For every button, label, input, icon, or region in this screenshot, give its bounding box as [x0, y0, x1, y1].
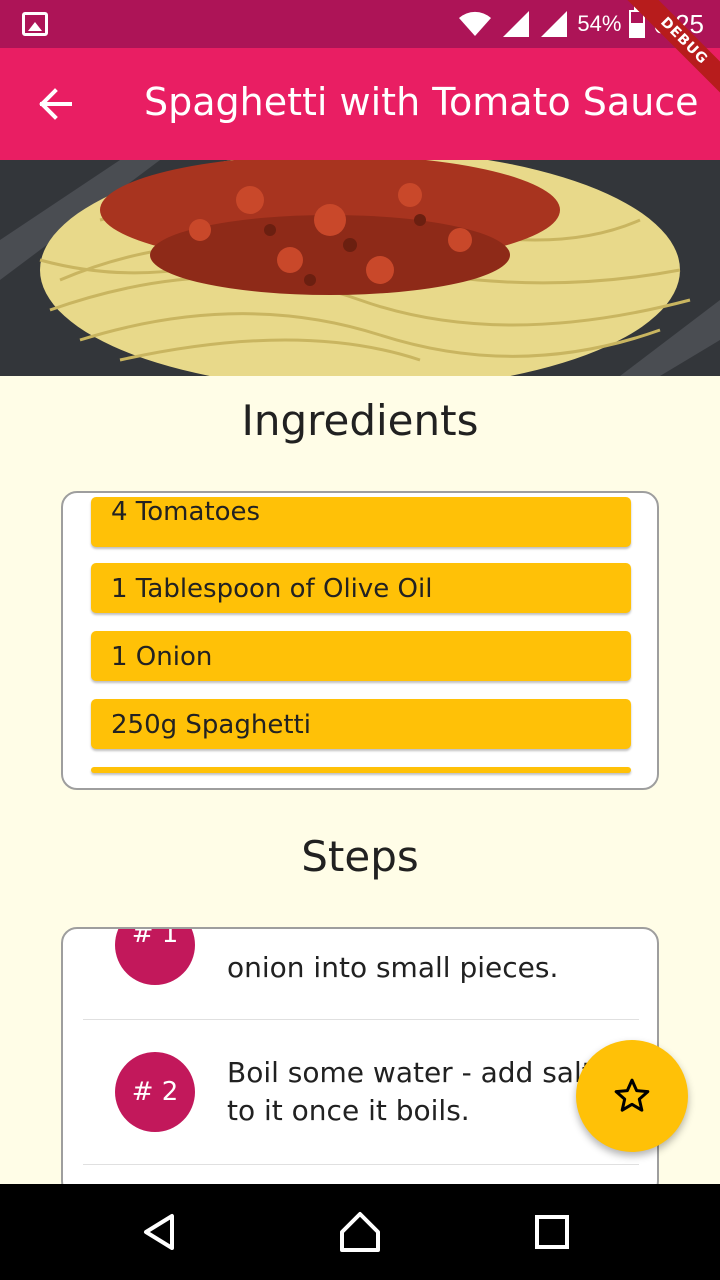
home-icon: [340, 1212, 380, 1252]
recents-square-icon: [535, 1215, 569, 1249]
step-item[interactable]: # 2 Boil some water - add salt to it onc…: [83, 1020, 639, 1164]
back-triangle-icon: [144, 1214, 174, 1250]
page-title: Spaghetti with Tomato Sauce: [144, 80, 699, 124]
ingredients-heading: Ingredients: [241, 396, 479, 445]
ingredient-item[interactable]: 250g Spaghetti: [91, 699, 631, 749]
step-text-line-1: Boil some water - add salt: [227, 1056, 593, 1089]
step-divider: [83, 1164, 639, 1165]
ingredient-item[interactable]: 1 Tablespoon of Olive Oil: [91, 563, 631, 613]
favorite-button[interactable]: [576, 1040, 688, 1152]
nav-back-button[interactable]: [132, 1204, 188, 1260]
ingredient-item[interactable]: 1 Onion: [91, 631, 631, 681]
back-button[interactable]: [28, 76, 84, 132]
step-number-badge: # 2: [115, 1052, 195, 1132]
ingredients-list[interactable]: 4 Tomatoes 1 Tablespoon of Olive Oil 1 O…: [61, 491, 659, 790]
nav-recents-button[interactable]: [524, 1204, 580, 1260]
app-bar: Spaghetti with Tomato Sauce: [0, 48, 720, 160]
step-text: onion into small pieces.: [227, 951, 559, 984]
steps-list[interactable]: # 1 onion into small pieces. # 2 Boil so…: [61, 927, 659, 1197]
steps-heading: Steps: [301, 832, 419, 881]
signal-icon: [503, 11, 530, 37]
signal-icon-2: [541, 11, 568, 37]
system-nav-bar: [0, 1184, 720, 1280]
arrow-back-icon: [39, 88, 72, 120]
step-item[interactable]: # 1 onion into small pieces.: [83, 929, 639, 1019]
ingredient-item-partial[interactable]: [91, 767, 631, 773]
image-icon: [22, 12, 48, 36]
recipe-image: [0, 160, 720, 376]
battery-percent: 54%: [577, 11, 622, 36]
step-text-line-2: to it once it boils.: [227, 1094, 470, 1127]
ingredient-item[interactable]: 4 Tomatoes: [91, 497, 631, 547]
status-bar: 54% 6:25: [0, 0, 720, 48]
star-outline-icon: [614, 1078, 650, 1112]
wifi-icon: [459, 11, 492, 36]
debug-banner: DEBUG: [620, 0, 720, 100]
step-number-badge: # 1: [115, 929, 195, 985]
nav-home-button[interactable]: [332, 1204, 388, 1260]
